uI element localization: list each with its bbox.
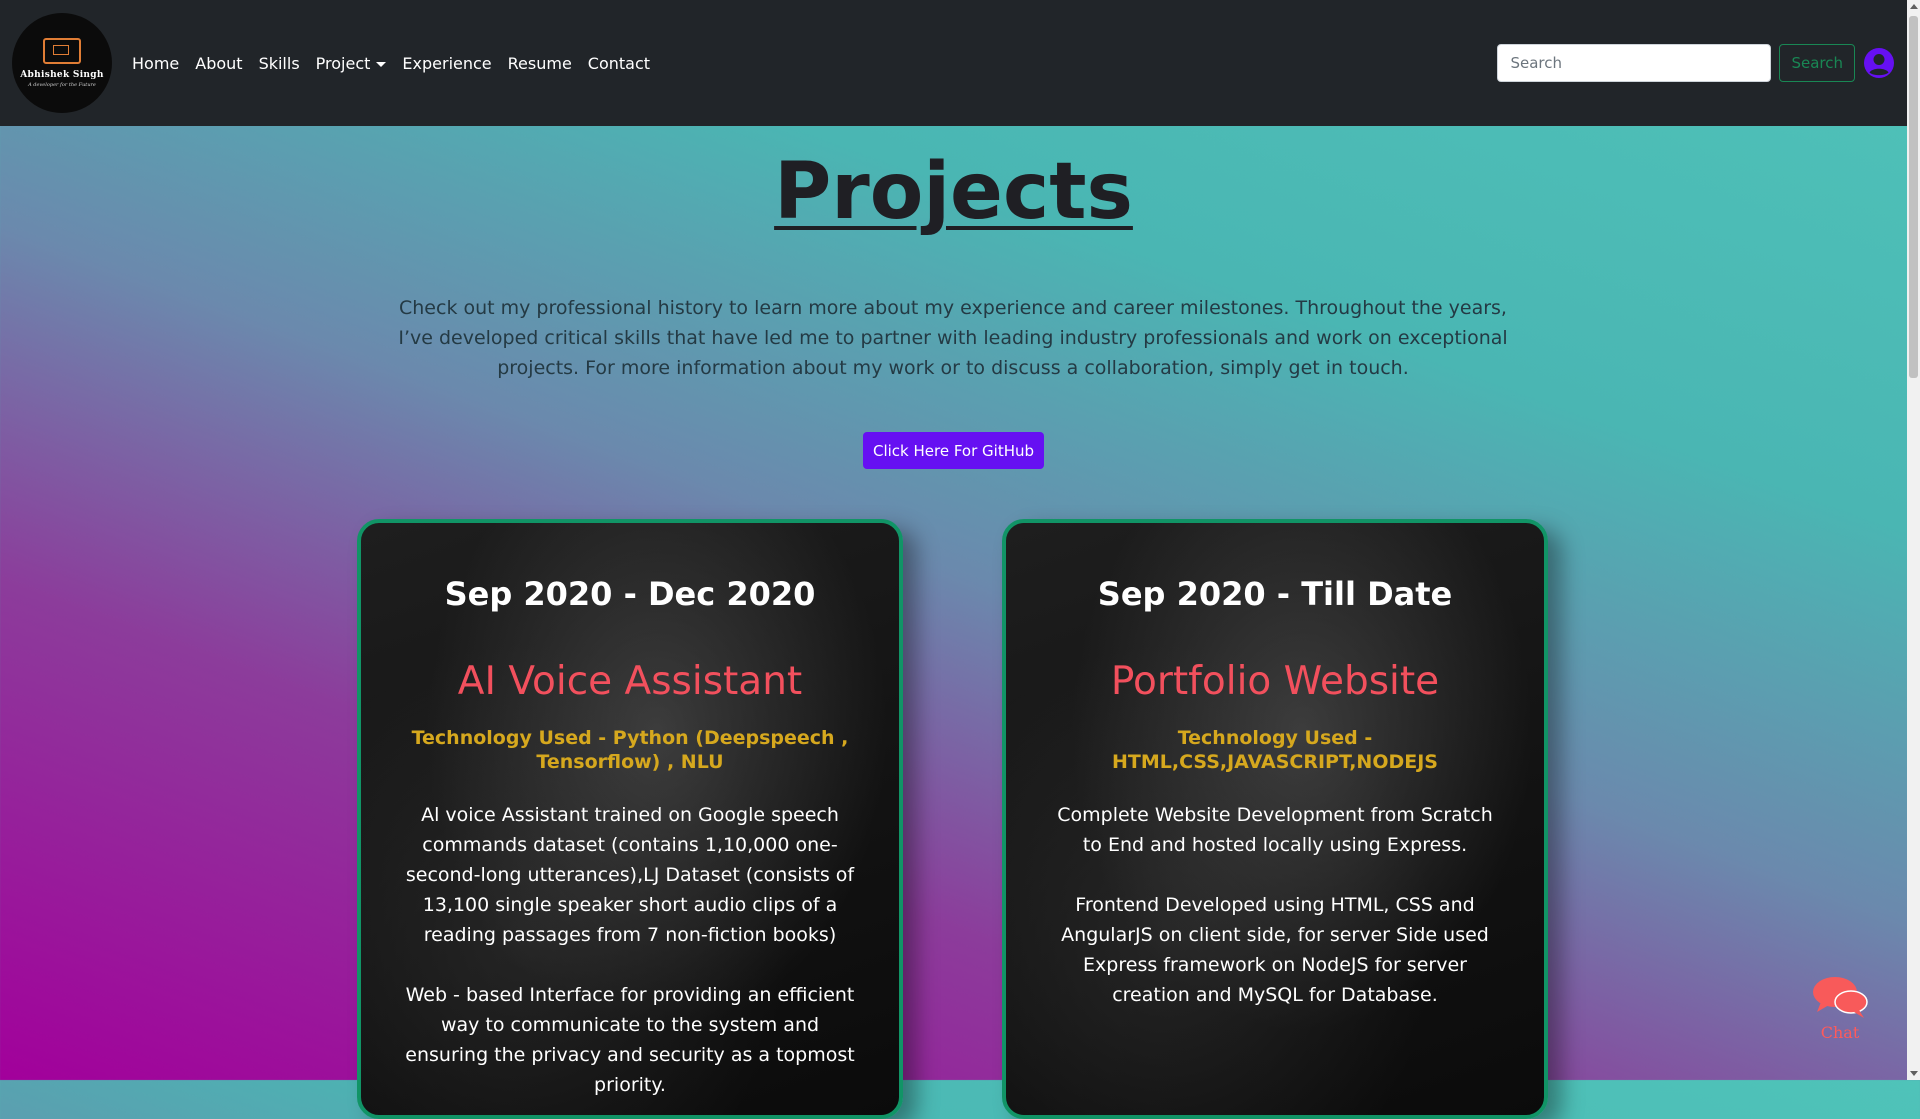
laptop-icon [43, 38, 81, 64]
intro-text: Check out my professional history to lea… [398, 297, 1508, 379]
nav-dropdown-project[interactable]: Project [308, 46, 395, 81]
chat-label: Chat [1820, 1023, 1860, 1042]
project-description: Complete Website Development from Scratc… [1057, 804, 1493, 856]
project-title: AI Voice Assistant [457, 659, 803, 704]
nav-search-group: Search [1497, 44, 1895, 82]
nav-link-skills[interactable]: Skills [251, 46, 308, 81]
page-title: Projects [774, 147, 1133, 237]
chat-widget[interactable]: Chat [1805, 975, 1875, 1042]
nav-link-about[interactable]: About [187, 46, 250, 81]
navbar: Abhishek Singh A developer for the Futur… [0, 0, 1907, 126]
logo-name: Abhishek Singh [20, 70, 104, 80]
nav-link-experience[interactable]: Experience [394, 46, 499, 81]
github-button[interactable]: Click Here For GitHub [863, 432, 1044, 469]
project-tech: Technology Used - HTML,CSS,JAVASCRIPT,NO… [1111, 727, 1438, 773]
project-date: Sep 2020 - Dec 2020 [444, 575, 816, 613]
search-button[interactable]: Search [1779, 44, 1855, 82]
scroll-up-arrow-icon[interactable] [1910, 4, 1918, 9]
nav-link-home[interactable]: Home [124, 46, 187, 81]
logo[interactable]: Abhishek Singh A developer for the Futur… [12, 13, 112, 113]
nav-link-contact[interactable]: Contact [580, 46, 658, 81]
nav-link-project-label: Project [315, 53, 371, 73]
chat-bubbles-icon [1813, 977, 1868, 1018]
page-scrollbar[interactable] [1907, 0, 1920, 1080]
logo-tagline: A developer for the Future [28, 82, 96, 88]
project-card-portfolio-website: Sep 2020 - Till Date Portfolio Website T… [1002, 519, 1548, 1119]
nav-links: Home About Skills Project Experience Res… [124, 46, 658, 81]
project-card-ai-voice-assistant: Sep 2020 - Dec 2020 AI Voice Assistant T… [357, 519, 903, 1119]
scroll-down-arrow-icon[interactable] [1910, 1071, 1918, 1076]
project-date: Sep 2020 - Till Date [1097, 575, 1453, 613]
search-input[interactable] [1497, 44, 1772, 82]
user-circle-icon[interactable] [1863, 47, 1895, 79]
scrollbar-thumb[interactable] [1909, 16, 1918, 378]
project-description: Frontend Developed using HTML, CSS and A… [1061, 894, 1489, 1006]
nav-link-resume[interactable]: Resume [500, 46, 580, 81]
caret-down-icon [376, 61, 387, 67]
project-tech: Technology Used - Python (Deepspeech , T… [411, 727, 849, 773]
project-description: Al voice Assistant trained on Google spe… [405, 804, 855, 946]
project-description: Web - based Interface for providing an e… [405, 984, 855, 1096]
project-title: Portfolio Website [1110, 659, 1440, 704]
